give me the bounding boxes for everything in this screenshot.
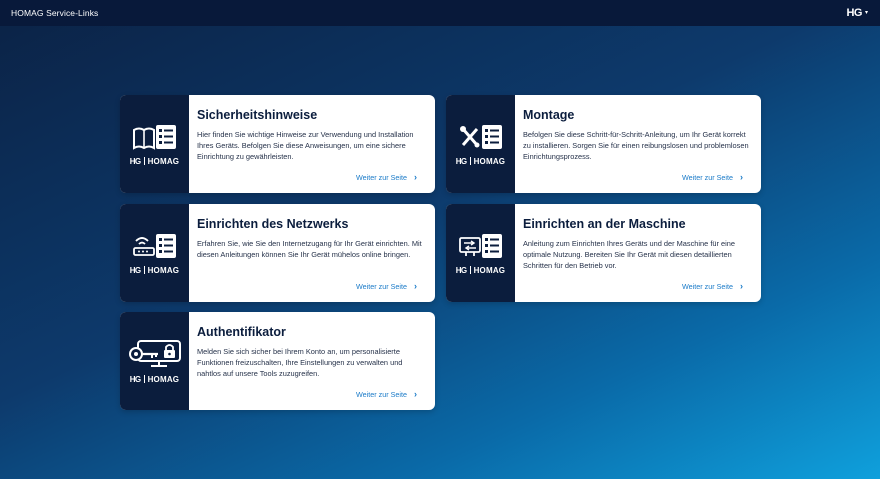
card-icon-panel: HG HOMAG (446, 95, 515, 193)
card-description: Anleitung zum Einrichten Ihres Geräts un… (523, 239, 735, 270)
homag-brand: HG HOMAG (129, 156, 180, 166)
card-icon-panel: HG HOMAG (446, 204, 515, 302)
weiter-zur-seite-link[interactable]: Weiter zur Seite › (682, 172, 743, 183)
card-einrichten-des-netzwerks[interactable]: HG HOMAG Einrichten des Netzwerks Erfahr… (120, 204, 435, 302)
router-document-icon (132, 233, 176, 258)
brand-menu-button[interactable]: HG ▾ (846, 7, 868, 19)
card-icon-panel: HG HOMAG (120, 312, 189, 410)
top-bar: HOMAG Service-Links HG ▾ (0, 0, 880, 26)
app-title: HOMAG Service-Links (11, 8, 99, 18)
card-sicherheitshinweise[interactable]: HG HOMAG Sicherheitshinweise Hier finden… (120, 95, 435, 193)
weiter-zur-seite-link[interactable]: Weiter zur Seite › (356, 389, 417, 400)
homag-brand: HG HOMAG (129, 265, 180, 275)
weiter-zur-seite-link[interactable]: Weiter zur Seite › (356, 172, 417, 183)
homag-brand: HG HOMAG (455, 265, 506, 275)
chevron-down-icon: ▾ (864, 10, 868, 16)
chevron-right-icon: › (740, 281, 743, 291)
card-icon-panel: HG HOMAG (120, 95, 189, 193)
chevron-right-icon: › (414, 172, 417, 182)
weiter-zur-seite-link[interactable]: Weiter zur Seite › (356, 281, 417, 292)
homag-logo: HG (846, 7, 862, 19)
key-lock-monitor-icon (128, 339, 181, 367)
card-title: Sicherheitshinweise (197, 108, 318, 122)
weiter-zur-seite-link[interactable]: Weiter zur Seite › (682, 281, 743, 292)
card-einrichten-an-der-maschine[interactable]: HG HOMAG Einrichten an der Maschine Anle… (446, 204, 761, 302)
card-title: Einrichten des Netzwerks (197, 217, 349, 231)
card-title: Montage (523, 108, 575, 122)
chevron-right-icon: › (414, 281, 417, 291)
card-title: Authentifikator (197, 325, 286, 339)
card-authentifikator[interactable]: HG HOMAG Authentifikator Melden Sie sich… (120, 312, 435, 410)
card-title: Einrichten an der Maschine (523, 217, 686, 231)
card-description: Melden Sie sich sicher bei Ihrem Konto a… (197, 347, 403, 378)
card-montage[interactable]: HG HOMAG Montage Befolgen Sie diese Schr… (446, 95, 761, 193)
homag-brand: HG HOMAG (455, 156, 506, 166)
card-description: Befolgen Sie diese Schritt-für-Schritt-A… (523, 130, 749, 161)
chevron-right-icon: › (740, 172, 743, 182)
card-description: Erfahren Sie, wie Sie den Internetzugang… (197, 239, 422, 259)
machine-document-icon (458, 233, 502, 258)
card-description: Hier finden Sie wichtige Hinweise zur Ve… (197, 130, 414, 161)
homag-brand: HG HOMAG (129, 374, 180, 384)
book-document-icon (132, 124, 176, 150)
tools-document-icon (459, 124, 502, 149)
chevron-right-icon: › (414, 389, 417, 399)
card-icon-panel: HG HOMAG (120, 204, 189, 302)
